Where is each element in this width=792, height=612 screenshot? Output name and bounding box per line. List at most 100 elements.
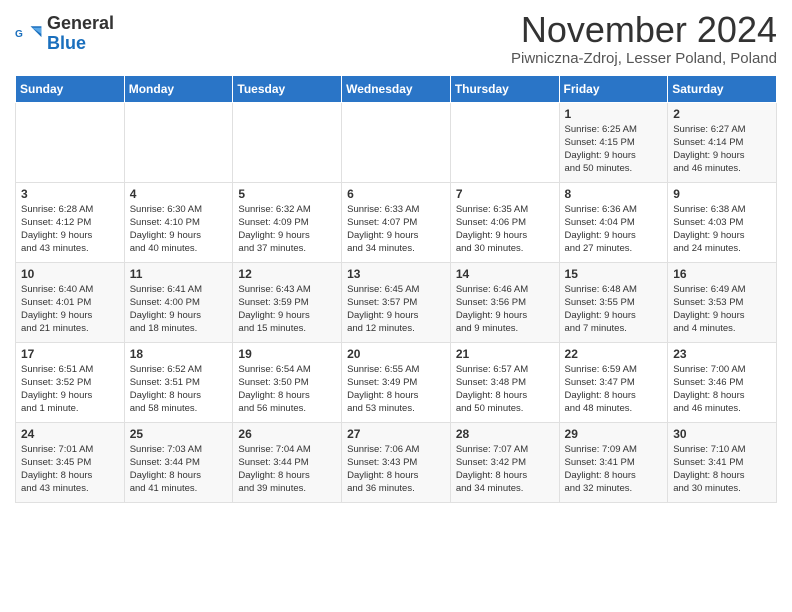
day-number: 5 xyxy=(238,187,336,201)
weekday-friday: Friday xyxy=(559,75,668,102)
title-block: November 2024 Piwniczna-Zdroj, Lesser Po… xyxy=(511,10,777,67)
day-number: 2 xyxy=(673,107,771,121)
day-number: 8 xyxy=(565,187,663,201)
day-info: Sunrise: 6:59 AM Sunset: 3:47 PM Dayligh… xyxy=(565,363,663,416)
logo-general-text: General xyxy=(47,13,114,33)
calendar-cell: 12 Sunrise: 6:43 AM Sunset: 3:59 PM Dayli… xyxy=(233,262,342,342)
month-title: November 2024 xyxy=(511,10,777,50)
weekday-thursday: Thursday xyxy=(450,75,559,102)
calendar-cell: 26 Sunrise: 7:04 AM Sunset: 3:44 PM Dayli… xyxy=(233,422,342,502)
calendar-cell: 3 Sunrise: 6:28 AM Sunset: 4:12 PM Daylig… xyxy=(16,182,125,262)
calendar-cell: 21Sunrise: 6:57 AM Sunset: 3:48 PM Dayli… xyxy=(450,342,559,422)
calendar-cell xyxy=(16,102,125,182)
weekday-wednesday: Wednesday xyxy=(342,75,451,102)
calendar-cell: 7 Sunrise: 6:35 AM Sunset: 4:06 PM Daylig… xyxy=(450,182,559,262)
day-info: Sunrise: 6:41 AM Sunset: 4:00 PM Dayligh… xyxy=(130,283,228,336)
day-number: 7 xyxy=(456,187,554,201)
day-number: 14 xyxy=(456,267,554,281)
calendar-cell: 22 Sunrise: 6:59 AM Sunset: 3:47 PM Dayli… xyxy=(559,342,668,422)
calendar-cell: 29 Sunrise: 7:09 AM Sunset: 3:41 PM Dayli… xyxy=(559,422,668,502)
logo-icon: G xyxy=(15,20,43,48)
calendar-cell: 27 Sunrise: 7:06 AM Sunset: 3:43 PM Dayli… xyxy=(342,422,451,502)
calendar-cell: 15 Sunrise: 6:48 AM Sunset: 3:55 PM Dayli… xyxy=(559,262,668,342)
calendar-cell: 25Sunrise: 7:03 AM Sunset: 3:44 PM Dayli… xyxy=(124,422,233,502)
calendar-row-3: 17Sunrise: 6:51 AM Sunset: 3:52 PM Dayli… xyxy=(16,342,777,422)
day-number: 24 xyxy=(21,427,119,441)
day-info: Sunrise: 6:38 AM Sunset: 4:03 PM Dayligh… xyxy=(673,203,771,256)
weekday-monday: Monday xyxy=(124,75,233,102)
calendar-cell xyxy=(124,102,233,182)
day-number: 19 xyxy=(238,347,336,361)
day-number: 27 xyxy=(347,427,445,441)
day-number: 18 xyxy=(130,347,228,361)
calendar-cell: 8 Sunrise: 6:36 AM Sunset: 4:04 PM Daylig… xyxy=(559,182,668,262)
day-number: 13 xyxy=(347,267,445,281)
day-info: Sunrise: 6:35 AM Sunset: 4:06 PM Dayligh… xyxy=(456,203,554,256)
day-info: Sunrise: 6:48 AM Sunset: 3:55 PM Dayligh… xyxy=(565,283,663,336)
day-number: 16 xyxy=(673,267,771,281)
calendar-cell: 17Sunrise: 6:51 AM Sunset: 3:52 PM Dayli… xyxy=(16,342,125,422)
calendar-cell xyxy=(233,102,342,182)
day-info: Sunrise: 6:25 AM Sunset: 4:15 PM Dayligh… xyxy=(565,123,663,176)
calendar-row-4: 24 Sunrise: 7:01 AM Sunset: 3:45 PM Dayli… xyxy=(16,422,777,502)
weekday-header-row: SundayMondayTuesdayWednesdayThursdayFrid… xyxy=(16,75,777,102)
day-info: Sunrise: 6:30 AM Sunset: 4:10 PM Dayligh… xyxy=(130,203,228,256)
day-number: 10 xyxy=(21,267,119,281)
day-info: Sunrise: 7:09 AM Sunset: 3:41 PM Dayligh… xyxy=(565,443,663,496)
day-number: 26 xyxy=(238,427,336,441)
day-info: Sunrise: 6:27 AM Sunset: 4:14 PM Dayligh… xyxy=(673,123,771,176)
day-number: 4 xyxy=(130,187,228,201)
day-info: Sunrise: 7:10 AM Sunset: 3:41 PM Dayligh… xyxy=(673,443,771,496)
calendar-cell: 5 Sunrise: 6:32 AM Sunset: 4:09 PM Daylig… xyxy=(233,182,342,262)
calendar-cell: 1 Sunrise: 6:25 AM Sunset: 4:15 PM Daylig… xyxy=(559,102,668,182)
day-number: 17 xyxy=(21,347,119,361)
calendar-cell: 24 Sunrise: 7:01 AM Sunset: 3:45 PM Dayli… xyxy=(16,422,125,502)
day-info: Sunrise: 6:54 AM Sunset: 3:50 PM Dayligh… xyxy=(238,363,336,416)
calendar-cell: 14 Sunrise: 6:46 AM Sunset: 3:56 PM Dayli… xyxy=(450,262,559,342)
calendar-cell: 19 Sunrise: 6:54 AM Sunset: 3:50 PM Dayli… xyxy=(233,342,342,422)
day-number: 22 xyxy=(565,347,663,361)
day-info: Sunrise: 7:06 AM Sunset: 3:43 PM Dayligh… xyxy=(347,443,445,496)
day-info: Sunrise: 6:40 AM Sunset: 4:01 PM Dayligh… xyxy=(21,283,119,336)
day-number: 28 xyxy=(456,427,554,441)
logo-blue-text: Blue xyxy=(47,33,86,53)
day-info: Sunrise: 6:46 AM Sunset: 3:56 PM Dayligh… xyxy=(456,283,554,336)
day-number: 15 xyxy=(565,267,663,281)
day-info: Sunrise: 6:57 AM Sunset: 3:48 PM Dayligh… xyxy=(456,363,554,416)
calendar-cell: 23Sunrise: 7:00 AM Sunset: 3:46 PM Dayli… xyxy=(668,342,777,422)
calendar-cell: 4 Sunrise: 6:30 AM Sunset: 4:10 PM Daylig… xyxy=(124,182,233,262)
day-info: Sunrise: 6:45 AM Sunset: 3:57 PM Dayligh… xyxy=(347,283,445,336)
day-info: Sunrise: 7:04 AM Sunset: 3:44 PM Dayligh… xyxy=(238,443,336,496)
location-subtitle: Piwniczna-Zdroj, Lesser Poland, Poland xyxy=(511,50,777,67)
day-info: Sunrise: 6:28 AM Sunset: 4:12 PM Dayligh… xyxy=(21,203,119,256)
weekday-saturday: Saturday xyxy=(668,75,777,102)
day-info: Sunrise: 6:49 AM Sunset: 3:53 PM Dayligh… xyxy=(673,283,771,336)
day-number: 20 xyxy=(347,347,445,361)
day-number: 3 xyxy=(21,187,119,201)
page-header: G General Blue November 2024 Piwniczna-Z… xyxy=(15,10,777,67)
calendar-cell: 11Sunrise: 6:41 AM Sunset: 4:00 PM Dayli… xyxy=(124,262,233,342)
day-info: Sunrise: 7:01 AM Sunset: 3:45 PM Dayligh… xyxy=(21,443,119,496)
day-number: 1 xyxy=(565,107,663,121)
weekday-sunday: Sunday xyxy=(16,75,125,102)
calendar-row-2: 10 Sunrise: 6:40 AM Sunset: 4:01 PM Dayli… xyxy=(16,262,777,342)
day-number: 23 xyxy=(673,347,771,361)
calendar-cell xyxy=(342,102,451,182)
calendar-row-0: 1 Sunrise: 6:25 AM Sunset: 4:15 PM Daylig… xyxy=(16,102,777,182)
day-number: 12 xyxy=(238,267,336,281)
calendar-cell: 30Sunrise: 7:10 AM Sunset: 3:41 PM Dayli… xyxy=(668,422,777,502)
day-info: Sunrise: 7:07 AM Sunset: 3:42 PM Dayligh… xyxy=(456,443,554,496)
calendar-cell: 9Sunrise: 6:38 AM Sunset: 4:03 PM Daylig… xyxy=(668,182,777,262)
weekday-tuesday: Tuesday xyxy=(233,75,342,102)
day-info: Sunrise: 6:52 AM Sunset: 3:51 PM Dayligh… xyxy=(130,363,228,416)
day-info: Sunrise: 7:03 AM Sunset: 3:44 PM Dayligh… xyxy=(130,443,228,496)
day-info: Sunrise: 6:32 AM Sunset: 4:09 PM Dayligh… xyxy=(238,203,336,256)
calendar-cell: 16 Sunrise: 6:49 AM Sunset: 3:53 PM Dayli… xyxy=(668,262,777,342)
day-info: Sunrise: 6:36 AM Sunset: 4:04 PM Dayligh… xyxy=(565,203,663,256)
calendar-cell: 20Sunrise: 6:55 AM Sunset: 3:49 PM Dayli… xyxy=(342,342,451,422)
day-info: Sunrise: 6:43 AM Sunset: 3:59 PM Dayligh… xyxy=(238,283,336,336)
calendar-body: 1 Sunrise: 6:25 AM Sunset: 4:15 PM Daylig… xyxy=(16,102,777,502)
calendar-cell: 6Sunrise: 6:33 AM Sunset: 4:07 PM Daylig… xyxy=(342,182,451,262)
day-number: 29 xyxy=(565,427,663,441)
calendar-cell: 13 Sunrise: 6:45 AM Sunset: 3:57 PM Dayli… xyxy=(342,262,451,342)
